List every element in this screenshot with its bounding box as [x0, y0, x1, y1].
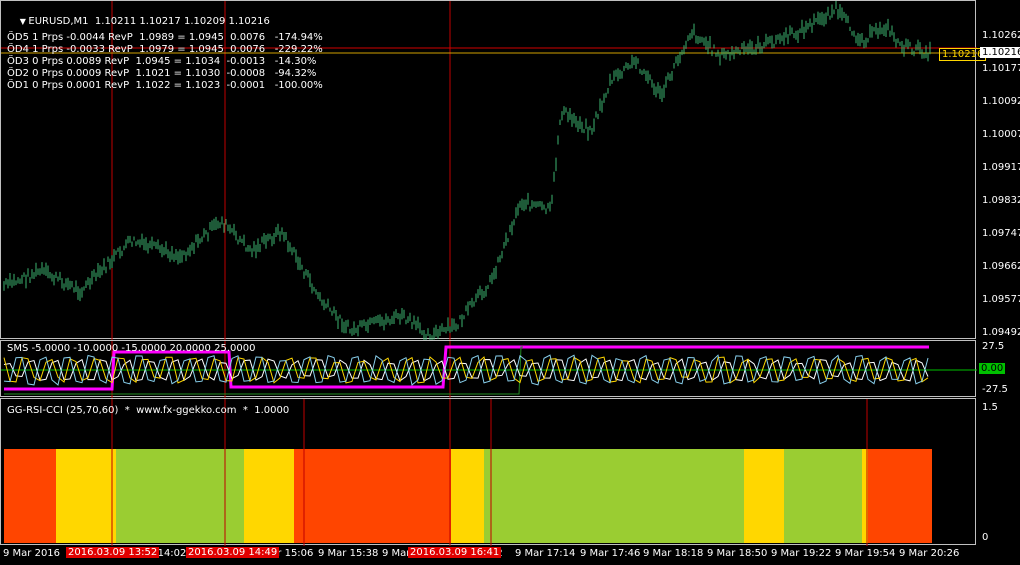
rsi-cci-indicator-pane[interactable]: GG-RSI-CCI (25,70,60) * www.fx-ggekko.co…: [0, 398, 976, 546]
rsi-block-yellow: [744, 449, 784, 543]
rsi-block-red: [4, 449, 56, 543]
main-chart-pane[interactable]: ▼ EURUSD,M1 1.10211 1.10217 1.10209 1.10…: [0, 0, 987, 340]
rsi-cci-chart: [4, 399, 932, 546]
price-tick: 1.09662: [982, 261, 1020, 272]
time-label: 9 Mar 15:38: [318, 548, 379, 559]
time-marker-label[interactable]: 2016.03.09 16:41: [408, 547, 502, 558]
price-scale[interactable]: 1.10262 1.10216 1.10177 1.10092 1.10007 …: [976, 0, 1020, 339]
time-label: 9 Mar 17:46: [580, 548, 641, 559]
time-label: 9 Mar 19:54: [835, 548, 896, 559]
price-tick: 1.09577: [982, 294, 1020, 305]
rsi-block-red: [868, 449, 932, 543]
rsi-block-green: [784, 449, 862, 543]
rsi-block-yellow: [56, 449, 116, 543]
bid-price-label: 1.10216: [980, 47, 1020, 58]
time-label: 9 Mar 20:26: [899, 548, 960, 559]
time-label: 9 Mar 17:14: [515, 548, 576, 559]
rsi-tick: 1.5: [982, 402, 998, 413]
rsi-block-red: [294, 449, 451, 543]
time-label: 9 Mar: [382, 548, 411, 559]
price-tick: 1.10007: [982, 129, 1020, 140]
time-label: 9 Mar 2016: [3, 548, 61, 559]
price-tick: 1.09917: [982, 162, 1020, 173]
sms-indicator-pane[interactable]: SMS -5.0000 -10.0000 -15.0000 20.0000 25…: [0, 340, 977, 398]
rsi-header: GG-RSI-CCI (25,70,60) * www.fx-ggekko.co…: [7, 405, 290, 416]
order-line-2: ÖD2 0 Prps 0.0009 RevP 1.1021 = 1.1030 -…: [7, 68, 317, 79]
price-tick: 1.09832: [982, 195, 1020, 206]
price-tick: 1.10092: [982, 96, 1020, 107]
time-marker-label[interactable]: 2016.03.09 14:49: [186, 547, 280, 558]
sms-tick: -27.5: [982, 384, 1008, 395]
order-line-4: ÖD4 1 Prps -0.0033 RevP 1.0979 = 1.0945 …: [7, 44, 323, 55]
time-label: 9 Mar 18:50: [707, 548, 768, 559]
rsi-block-yellow: [244, 449, 294, 543]
time-marker-label[interactable]: 2016.03.09 13:52: [66, 547, 160, 558]
symbol-header-text: EURUSD,M1 1.10211 1.10217 1.10209 1.1021…: [28, 16, 270, 27]
price-tick: 1.09747: [982, 228, 1020, 239]
price-tick: 1.10262: [982, 30, 1020, 41]
order-line-3: ÖD3 0 Prps 0.0089 RevP 1.0945 = 1.1034 -…: [7, 56, 317, 67]
order-line-5: ÖD5 1 Prps -0.0044 RevP 1.0989 = 1.0945 …: [7, 32, 323, 43]
time-label: 9 Mar 19:22: [771, 548, 832, 559]
price-tick: 1.09492: [982, 327, 1020, 338]
time-label: 9 Mar 18:18: [643, 548, 704, 559]
order-line-1: ÖD1 0 Prps 0.0001 RevP 1.1022 = 1.1023 -…: [7, 80, 323, 91]
rsi-block-yellow: [451, 449, 484, 543]
rsi-scale[interactable]: 1.5 0: [976, 398, 1020, 545]
rsi-tick: 0: [982, 532, 989, 543]
price-tick: 1.10177: [982, 63, 1020, 74]
sms-scale[interactable]: 27.5 0.00 -27.5: [976, 340, 1020, 397]
sms-header: SMS -5.0000 -10.0000 -15.0000 20.0000 25…: [7, 343, 256, 354]
sms-tick: 27.5: [982, 341, 1005, 352]
rsi-block-green: [484, 449, 744, 543]
sms-current-value: 0.00: [979, 363, 1006, 374]
